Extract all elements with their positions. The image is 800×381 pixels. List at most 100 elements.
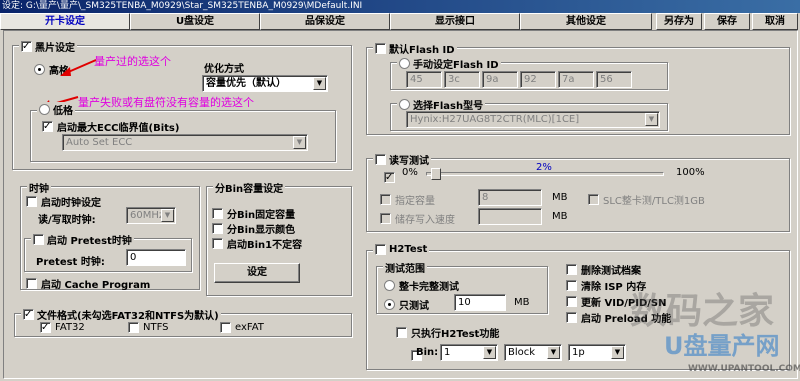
annotation-high: 量产过的选这个 bbox=[94, 55, 171, 68]
write-speed-option[interactable]: 储存写入速度 bbox=[380, 211, 455, 226]
exfat-checkbox[interactable] bbox=[220, 322, 231, 333]
flash-id-byte-input[interactable]: 7a bbox=[558, 71, 594, 88]
bin-fixed-checkbox[interactable] bbox=[212, 208, 223, 219]
delete-test-file-option[interactable]: 删除测试档案 bbox=[566, 262, 641, 277]
save-as-button[interactable]: 另存为 bbox=[656, 13, 702, 30]
chevron-down-icon[interactable]: ▼ bbox=[313, 77, 326, 90]
slc-checkbox[interactable] bbox=[588, 194, 599, 205]
chevron-down-icon[interactable]: ▼ bbox=[547, 346, 560, 359]
tab-udisk-settings[interactable]: U盘设定 bbox=[130, 13, 260, 30]
delete-test-file-checkbox[interactable] bbox=[566, 264, 577, 275]
clock-enable-option[interactable]: 启动时钟设定 bbox=[26, 194, 101, 209]
capacity-checkbox[interactable] bbox=[380, 194, 391, 205]
manual-flash-id-radio[interactable] bbox=[399, 58, 410, 69]
bin-select[interactable]: 1 ▼ bbox=[440, 344, 498, 361]
capacity-input[interactable]: 8 bbox=[478, 189, 542, 206]
only-h2test-option[interactable]: 只执行H2Test功能 bbox=[396, 325, 499, 340]
pretest-title: 启动 Pretest时钟 bbox=[31, 232, 134, 247]
fat32-checkbox[interactable] bbox=[40, 322, 51, 333]
update-vid-checkbox[interactable] bbox=[566, 296, 577, 307]
bin-color-checkbox[interactable] bbox=[212, 223, 223, 234]
flash-id-byte-input[interactable]: 56 bbox=[596, 71, 632, 88]
write-speed-checkbox[interactable] bbox=[380, 213, 391, 224]
clock-enable-checkbox[interactable] bbox=[26, 196, 37, 207]
flash-model-select[interactable]: Hynix:H27UAG8T2CTR(MLC)[1CE] ▼ bbox=[406, 111, 660, 128]
pretest-clock-label: Pretest 时钟: bbox=[36, 257, 105, 268]
select-flash-model-title: 选择Flash型号 bbox=[397, 97, 486, 112]
flash-id-byte-input[interactable]: 3c bbox=[444, 71, 480, 88]
test-range-title: 测试范围 bbox=[383, 260, 427, 275]
optimize-title: 优化方式 bbox=[204, 64, 244, 75]
bin-capacity-title: 分Bin容量设定 bbox=[213, 180, 286, 195]
pointer-arrow-icon bbox=[60, 59, 97, 76]
bin-set-button[interactable]: 设定 bbox=[214, 263, 300, 283]
write-speed-input[interactable] bbox=[478, 208, 542, 225]
watermark-logo-text: U盘量产网 bbox=[664, 332, 780, 360]
cancel-button[interactable]: 取消 bbox=[752, 13, 798, 30]
fat32-option[interactable]: FAT32 bbox=[40, 322, 85, 333]
save-button[interactable]: 保存 bbox=[704, 13, 750, 30]
pct-min: 0% bbox=[402, 167, 418, 178]
ntfs-checkbox[interactable] bbox=[128, 322, 139, 333]
pretest-checkbox[interactable] bbox=[33, 234, 44, 245]
select-flash-model-radio[interactable] bbox=[399, 99, 410, 110]
exfat-option[interactable]: exFAT bbox=[220, 322, 264, 333]
chevron-down-icon[interactable]: ▼ bbox=[611, 346, 624, 359]
filesystem-title: 文件格式(未勾选FAT32和NTFS为默认) bbox=[21, 307, 221, 322]
watermark-url: WWW.UPANTOOL.COM bbox=[688, 364, 800, 374]
ecc-option[interactable]: 启动最大ECC临界值(Bits) bbox=[42, 119, 179, 134]
flash-id-checkbox[interactable] bbox=[375, 43, 386, 54]
chevron-down-icon[interactable]: ▼ bbox=[483, 346, 496, 359]
slc-option[interactable]: SLC整卡测/TLC测1GB bbox=[588, 192, 705, 207]
ecc-select[interactable]: Auto Set ECC ▼ bbox=[62, 134, 308, 151]
flash-settings-checkbox[interactable] bbox=[21, 41, 32, 52]
only-h2test-checkbox[interactable] bbox=[396, 327, 407, 338]
write-speed-unit: MB bbox=[552, 211, 568, 222]
pretest-clock-input[interactable]: 0 bbox=[126, 249, 186, 266]
cache-program-checkbox[interactable] bbox=[26, 278, 37, 289]
tab-other-settings[interactable]: 其他设定 bbox=[520, 13, 652, 30]
rw-percent-slider-track[interactable] bbox=[426, 172, 664, 176]
chevron-down-icon[interactable]: ▼ bbox=[293, 136, 306, 149]
bin-fixed-option[interactable]: 分Bin固定容量 bbox=[212, 206, 295, 221]
bin-color-option[interactable]: 分Bin显示颜色 bbox=[212, 221, 295, 236]
rw-progress-checkbox[interactable] bbox=[384, 171, 395, 183]
partial-test-input[interactable]: 10 bbox=[454, 294, 506, 311]
p-select[interactable]: 1p ▼ bbox=[568, 344, 626, 361]
capacity-unit: MB bbox=[552, 192, 568, 203]
pct-max: 100% bbox=[676, 167, 705, 178]
clear-isp-checkbox[interactable] bbox=[566, 280, 577, 291]
ntfs-option[interactable]: NTFS bbox=[128, 322, 169, 333]
clock-title: 时钟 bbox=[27, 180, 51, 195]
rw-test-checkbox[interactable] bbox=[375, 154, 386, 165]
tab-card-settings[interactable]: 开卡设定 bbox=[0, 13, 130, 30]
partial-test-radio[interactable] bbox=[384, 299, 395, 310]
capacity-option[interactable]: 指定容量 bbox=[380, 192, 435, 207]
full-test-radio[interactable] bbox=[384, 280, 395, 291]
h2test-checkbox[interactable] bbox=[375, 244, 386, 255]
rw-clock-label: 读/写取时钟: bbox=[38, 215, 96, 226]
tab-qa-settings[interactable]: 品保设定 bbox=[260, 13, 390, 30]
h2test-title: H2Test bbox=[373, 244, 430, 255]
preload-checkbox[interactable] bbox=[566, 312, 577, 323]
low-format-radio[interactable] bbox=[39, 104, 50, 115]
chevron-down-icon[interactable]: ▼ bbox=[645, 113, 658, 126]
bin1-option[interactable]: 启动Bin1不定容 bbox=[212, 236, 302, 251]
block-select[interactable]: Block ▼ bbox=[504, 344, 562, 361]
flash-id-byte-input[interactable]: 92 bbox=[520, 71, 556, 88]
optimize-select[interactable]: 容量优先（默认） ▼ bbox=[202, 75, 328, 92]
filesystem-checkbox[interactable] bbox=[23, 309, 34, 320]
flash-id-byte-input[interactable]: 45 bbox=[406, 71, 442, 88]
cache-program-option[interactable]: 启动 Cache Program bbox=[26, 276, 150, 291]
partial-test-option[interactable]: 只测试 bbox=[384, 297, 429, 312]
bin1-checkbox[interactable] bbox=[212, 238, 223, 249]
ecc-checkbox[interactable] bbox=[42, 121, 53, 132]
low-format-title: 低格 bbox=[37, 102, 75, 117]
rw-percent-slider-thumb[interactable] bbox=[430, 168, 441, 180]
flash-id-byte-input[interactable]: 9a bbox=[482, 71, 518, 88]
full-test-option[interactable]: 整卡完整测试 bbox=[384, 278, 459, 293]
rw-clock-select[interactable]: 60MHz ▼ bbox=[126, 207, 176, 224]
chevron-down-icon[interactable]: ▼ bbox=[161, 209, 174, 222]
tab-display-interface[interactable]: 显示接口 bbox=[390, 13, 520, 30]
high-format-radio[interactable] bbox=[34, 64, 45, 75]
